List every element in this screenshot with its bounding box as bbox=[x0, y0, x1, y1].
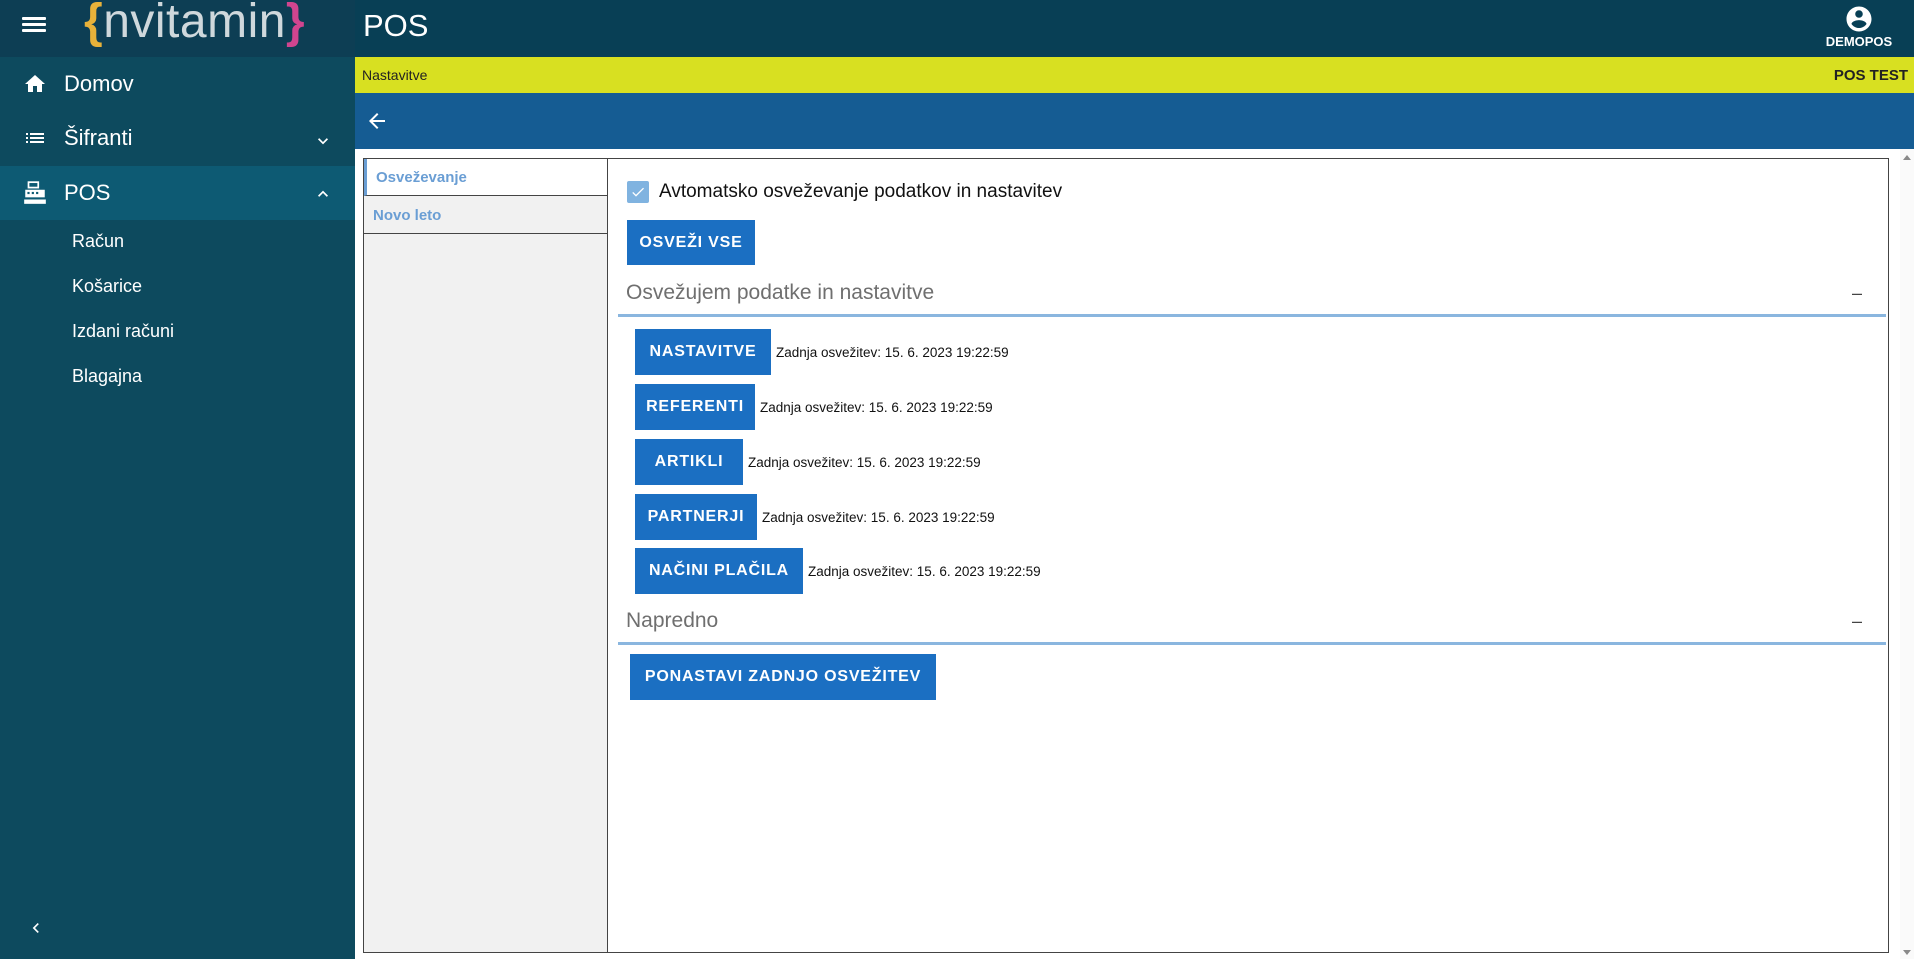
section-title-refresh: Osvežujem podatke in nastavitve bbox=[626, 281, 935, 304]
auto-refresh-label: Avtomatsko osveževanje podatkov in nasta… bbox=[659, 181, 1063, 202]
page-scrollbar[interactable] bbox=[1900, 149, 1914, 959]
collapse-sidebar-icon[interactable] bbox=[26, 918, 46, 938]
list-icon bbox=[22, 125, 48, 151]
vertical-tabs: Osveževanje Novo leto bbox=[364, 159, 608, 952]
sidebar-item-sifranti[interactable]: Šifranti bbox=[0, 111, 355, 165]
back-arrow-icon[interactable] bbox=[365, 109, 389, 133]
action-bar bbox=[355, 93, 1914, 149]
tab-novo-leto[interactable]: Novo leto bbox=[364, 197, 607, 234]
reset-last-refresh-button[interactable]: PONASTAVI ZADNJO OSVEŽITEV bbox=[630, 654, 936, 700]
auto-refresh-row: Avtomatsko osveževanje podatkov in nasta… bbox=[627, 181, 1062, 203]
account-circle-icon bbox=[1844, 4, 1874, 34]
refresh-artikli-button[interactable]: ARTIKLI bbox=[635, 439, 743, 485]
cash-register-icon bbox=[22, 180, 48, 206]
sidebar-subitem-racun[interactable]: Račun bbox=[72, 231, 124, 252]
last-refresh-timestamp: Zadnja osvežitev: 15. 6. 2023 19:22:59 bbox=[808, 564, 1041, 579]
check-icon bbox=[632, 187, 644, 197]
refresh-nastavitve-button[interactable]: NASTAVITVE bbox=[635, 329, 771, 375]
top-bar: POS DEMOPOS bbox=[355, 0, 1914, 57]
breadcrumb-bar: Nastavitve POS TEST bbox=[355, 57, 1914, 93]
settings-panel: Osveževanje Novo leto Avtomatsko osvežev… bbox=[363, 158, 1889, 953]
scroll-down-arrow-icon[interactable] bbox=[1903, 950, 1911, 955]
sidebar-item-label: Domov bbox=[64, 71, 134, 96]
sidebar-item-label: Šifranti bbox=[64, 125, 133, 150]
last-refresh-timestamp: Zadnja osvežitev: 15. 6. 2023 19:22:59 bbox=[762, 510, 995, 525]
refresh-all-button[interactable]: OSVEŽI VSE bbox=[627, 220, 755, 265]
environment-label: POS TEST bbox=[1833, 67, 1908, 84]
refresh-partnerji-button[interactable]: PARTNERJI bbox=[635, 494, 757, 540]
auto-refresh-checkbox[interactable] bbox=[627, 181, 649, 203]
last-refresh-timestamp: Zadnja osvežitev: 15. 6. 2023 19:22:59 bbox=[748, 455, 981, 470]
scroll-up-arrow-icon[interactable] bbox=[1903, 155, 1911, 160]
sidebar-subitem-kosarice[interactable]: Košarice bbox=[72, 276, 142, 297]
sidebar-subitem-izdani-racuni[interactable]: Izdani računi bbox=[72, 321, 174, 342]
app-logo: {nvitamin} bbox=[84, 0, 306, 48]
user-name: DEMOPOS bbox=[1825, 34, 1893, 49]
last-refresh-timestamp: Zadnja osvežitev: 15. 6. 2023 19:22:59 bbox=[760, 400, 993, 415]
breadcrumb: Nastavitve bbox=[362, 67, 428, 83]
sidebar-item-label: POS bbox=[64, 180, 111, 205]
section-divider bbox=[618, 314, 1886, 317]
last-refresh-timestamp: Zadnja osvežitev: 15. 6. 2023 19:22:59 bbox=[776, 345, 1009, 360]
section-title-advanced: Napredno bbox=[626, 609, 719, 632]
refresh-nacini-placila-button[interactable]: NAČINI PLAČILA bbox=[635, 548, 803, 594]
sidebar-item-pos[interactable]: POS bbox=[0, 166, 355, 220]
tab-content: Avtomatsko osveževanje podatkov in nasta… bbox=[608, 159, 1888, 952]
sidebar-subitem-blagajna[interactable]: Blagajna bbox=[72, 366, 142, 387]
user-menu[interactable]: DEMOPOS bbox=[1804, 2, 1914, 49]
hamburger-menu-icon[interactable] bbox=[22, 14, 46, 38]
section-divider bbox=[618, 642, 1886, 645]
home-icon bbox=[22, 71, 48, 97]
sidebar: {nvitamin} Domov Šifranti POS Račun Koša… bbox=[0, 0, 355, 959]
section-collapse-toggle[interactable]: – bbox=[1852, 611, 1862, 632]
sidebar-item-domov[interactable]: Domov bbox=[0, 57, 355, 111]
refresh-referenti-button[interactable]: REFERENTI bbox=[635, 384, 755, 430]
sidebar-header: {nvitamin} bbox=[0, 0, 355, 57]
chevron-up-icon bbox=[313, 184, 333, 204]
section-collapse-toggle[interactable]: – bbox=[1852, 283, 1862, 304]
tab-osvezevanje[interactable]: Osveževanje bbox=[364, 159, 607, 196]
page-title: POS bbox=[363, 8, 429, 43]
chevron-down-icon bbox=[313, 131, 333, 151]
